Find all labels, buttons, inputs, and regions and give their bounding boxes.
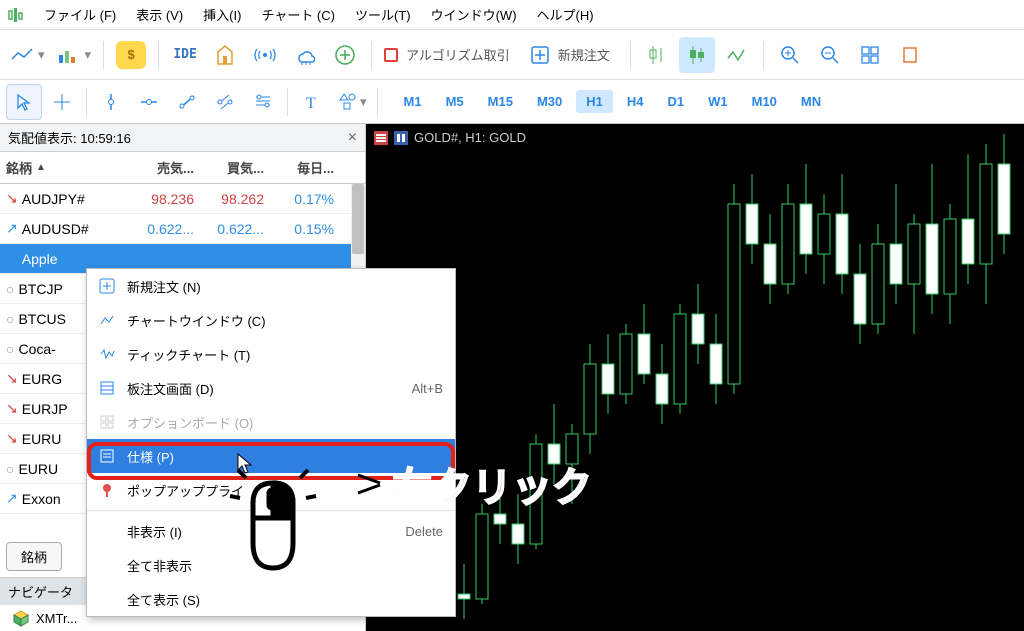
shapes-icon[interactable]: ▾ bbox=[332, 84, 371, 120]
candlestick-green-icon[interactable] bbox=[639, 37, 675, 73]
table-row[interactable]: ↘ AUDJPY#98.23698.2620.17% bbox=[0, 184, 365, 214]
list-icon bbox=[97, 380, 117, 396]
ctx-specification[interactable]: 仕様 (P) bbox=[87, 439, 455, 473]
crosshair-icon[interactable] bbox=[44, 84, 80, 120]
chart-area[interactable]: GOLD#, H1: GOLD bbox=[366, 124, 1024, 631]
col-chg[interactable]: 毎日... bbox=[270, 154, 340, 181]
ctx-popup-prices[interactable]: ポップアッププライ bbox=[87, 473, 455, 507]
grid-small-icon bbox=[97, 414, 117, 430]
extra-icon[interactable] bbox=[892, 37, 928, 73]
col-symbol[interactable]: 銘柄 ▲ bbox=[0, 154, 130, 181]
plus-icon bbox=[97, 278, 117, 294]
menu-chart[interactable]: チャート (C) bbox=[251, 1, 345, 28]
bar-chart-icon[interactable]: ▾ bbox=[53, 37, 96, 73]
text-icon[interactable]: T bbox=[294, 84, 330, 120]
ide-button[interactable]: IDE bbox=[167, 37, 203, 73]
cursor-icon[interactable] bbox=[6, 84, 42, 120]
menu-insert[interactable]: 挿入(I) bbox=[193, 1, 251, 28]
hline-icon[interactable] bbox=[131, 84, 167, 120]
line-chart-icon[interactable]: ▾ bbox=[6, 37, 49, 73]
grid-header: 銘柄 ▲ 売気... 買気... 毎日... bbox=[0, 152, 365, 184]
stop-icon bbox=[384, 48, 398, 62]
col-ask[interactable]: 買気... bbox=[200, 154, 270, 181]
main-toolbar: ▾ ▾ $ IDE アルゴリズム取引 新規注文 bbox=[0, 30, 1024, 80]
symbol-button[interactable]: 銘柄 bbox=[6, 542, 62, 571]
ctx-chart-window[interactable]: チャートウインドウ (C) bbox=[87, 303, 455, 337]
ctx-depth[interactable]: 板注文画面 (D) Alt+B bbox=[87, 371, 455, 405]
menubar: ファイル (F) 表示 (V) 挿入(I) チャート (C) ツール(T) ウイ… bbox=[0, 0, 1024, 30]
candlestick-active-icon[interactable] bbox=[679, 37, 715, 73]
drawing-toolbar: T ▾ M1M5M15M30H1H4D1W1M10MN bbox=[0, 80, 1024, 124]
timeframe-H1[interactable]: H1 bbox=[576, 90, 613, 113]
ctx-option-board: オプションボード (O) bbox=[87, 405, 455, 439]
col-bid[interactable]: 売気... bbox=[130, 154, 200, 181]
line-icon[interactable] bbox=[719, 37, 755, 73]
timeframe-M5[interactable]: M5 bbox=[436, 90, 474, 113]
grid-icon[interactable] bbox=[852, 37, 888, 73]
trendline-icon[interactable] bbox=[169, 84, 205, 120]
timeframe-M30[interactable]: M30 bbox=[527, 90, 572, 113]
ctx-show-all[interactable]: 全て表示 (S) bbox=[87, 582, 455, 616]
pin-icon bbox=[97, 482, 117, 498]
menu-help[interactable]: ヘルプ(H) bbox=[527, 1, 604, 28]
zoom-out-icon[interactable] bbox=[812, 37, 848, 73]
trade-icon[interactable]: $ bbox=[112, 37, 150, 73]
zoom-in-icon[interactable] bbox=[772, 37, 808, 73]
timeframe-MN[interactable]: MN bbox=[791, 90, 831, 113]
fibo-icon[interactable] bbox=[245, 84, 281, 120]
timeframe-bar: M1M5M15M30H1H4D1W1M10MN bbox=[384, 90, 832, 113]
algo-trading-button[interactable]: アルゴリズム取引 bbox=[380, 37, 522, 73]
tick-icon bbox=[97, 346, 117, 362]
ctx-hide-all[interactable]: 全て非表示 bbox=[87, 548, 455, 582]
market-icon[interactable] bbox=[207, 37, 243, 73]
context-menu: 新規注文 (N) チャートウインドウ (C) ティックチャート (T) 板注文画… bbox=[86, 268, 456, 617]
timeframe-W1[interactable]: W1 bbox=[698, 90, 738, 113]
timeframe-D1[interactable]: D1 bbox=[658, 90, 695, 113]
market-watch-title: 気配値表示: 10:59:16 bbox=[8, 128, 131, 147]
cloud-icon[interactable] bbox=[287, 37, 323, 73]
spec-icon bbox=[97, 448, 117, 464]
ctx-new-order[interactable]: 新規注文 (N) bbox=[87, 269, 455, 303]
new-order-button[interactable]: 新規注文 bbox=[526, 37, 622, 73]
timeframe-M15[interactable]: M15 bbox=[478, 90, 523, 113]
signal-icon[interactable] bbox=[247, 37, 283, 73]
new-order-icon bbox=[530, 45, 550, 65]
menu-file[interactable]: ファイル (F) bbox=[34, 1, 126, 28]
vline-icon[interactable] bbox=[93, 84, 129, 120]
cube-icon bbox=[12, 609, 30, 627]
channel-icon[interactable] bbox=[207, 84, 243, 120]
add-icon[interactable] bbox=[327, 37, 363, 73]
svg-text:T: T bbox=[306, 95, 316, 112]
ctx-tick-chart[interactable]: ティックチャート (T) bbox=[87, 337, 455, 371]
linechart-icon bbox=[97, 312, 117, 328]
ctx-hide[interactable]: 非表示 (I) Delete bbox=[87, 514, 455, 548]
menu-window[interactable]: ウインドウ(W) bbox=[421, 1, 527, 28]
timeframe-M10[interactable]: M10 bbox=[742, 90, 787, 113]
table-row[interactable]: ↗ AUDUSD#0.622...0.622...0.15% bbox=[0, 214, 365, 244]
timeframe-M1[interactable]: M1 bbox=[394, 90, 432, 113]
menu-tool[interactable]: ツール(T) bbox=[345, 1, 421, 28]
close-icon[interactable]: × bbox=[348, 129, 357, 147]
timeframe-H4[interactable]: H4 bbox=[617, 90, 654, 113]
menu-view[interactable]: 表示 (V) bbox=[126, 1, 193, 28]
app-logo-icon bbox=[6, 6, 24, 24]
